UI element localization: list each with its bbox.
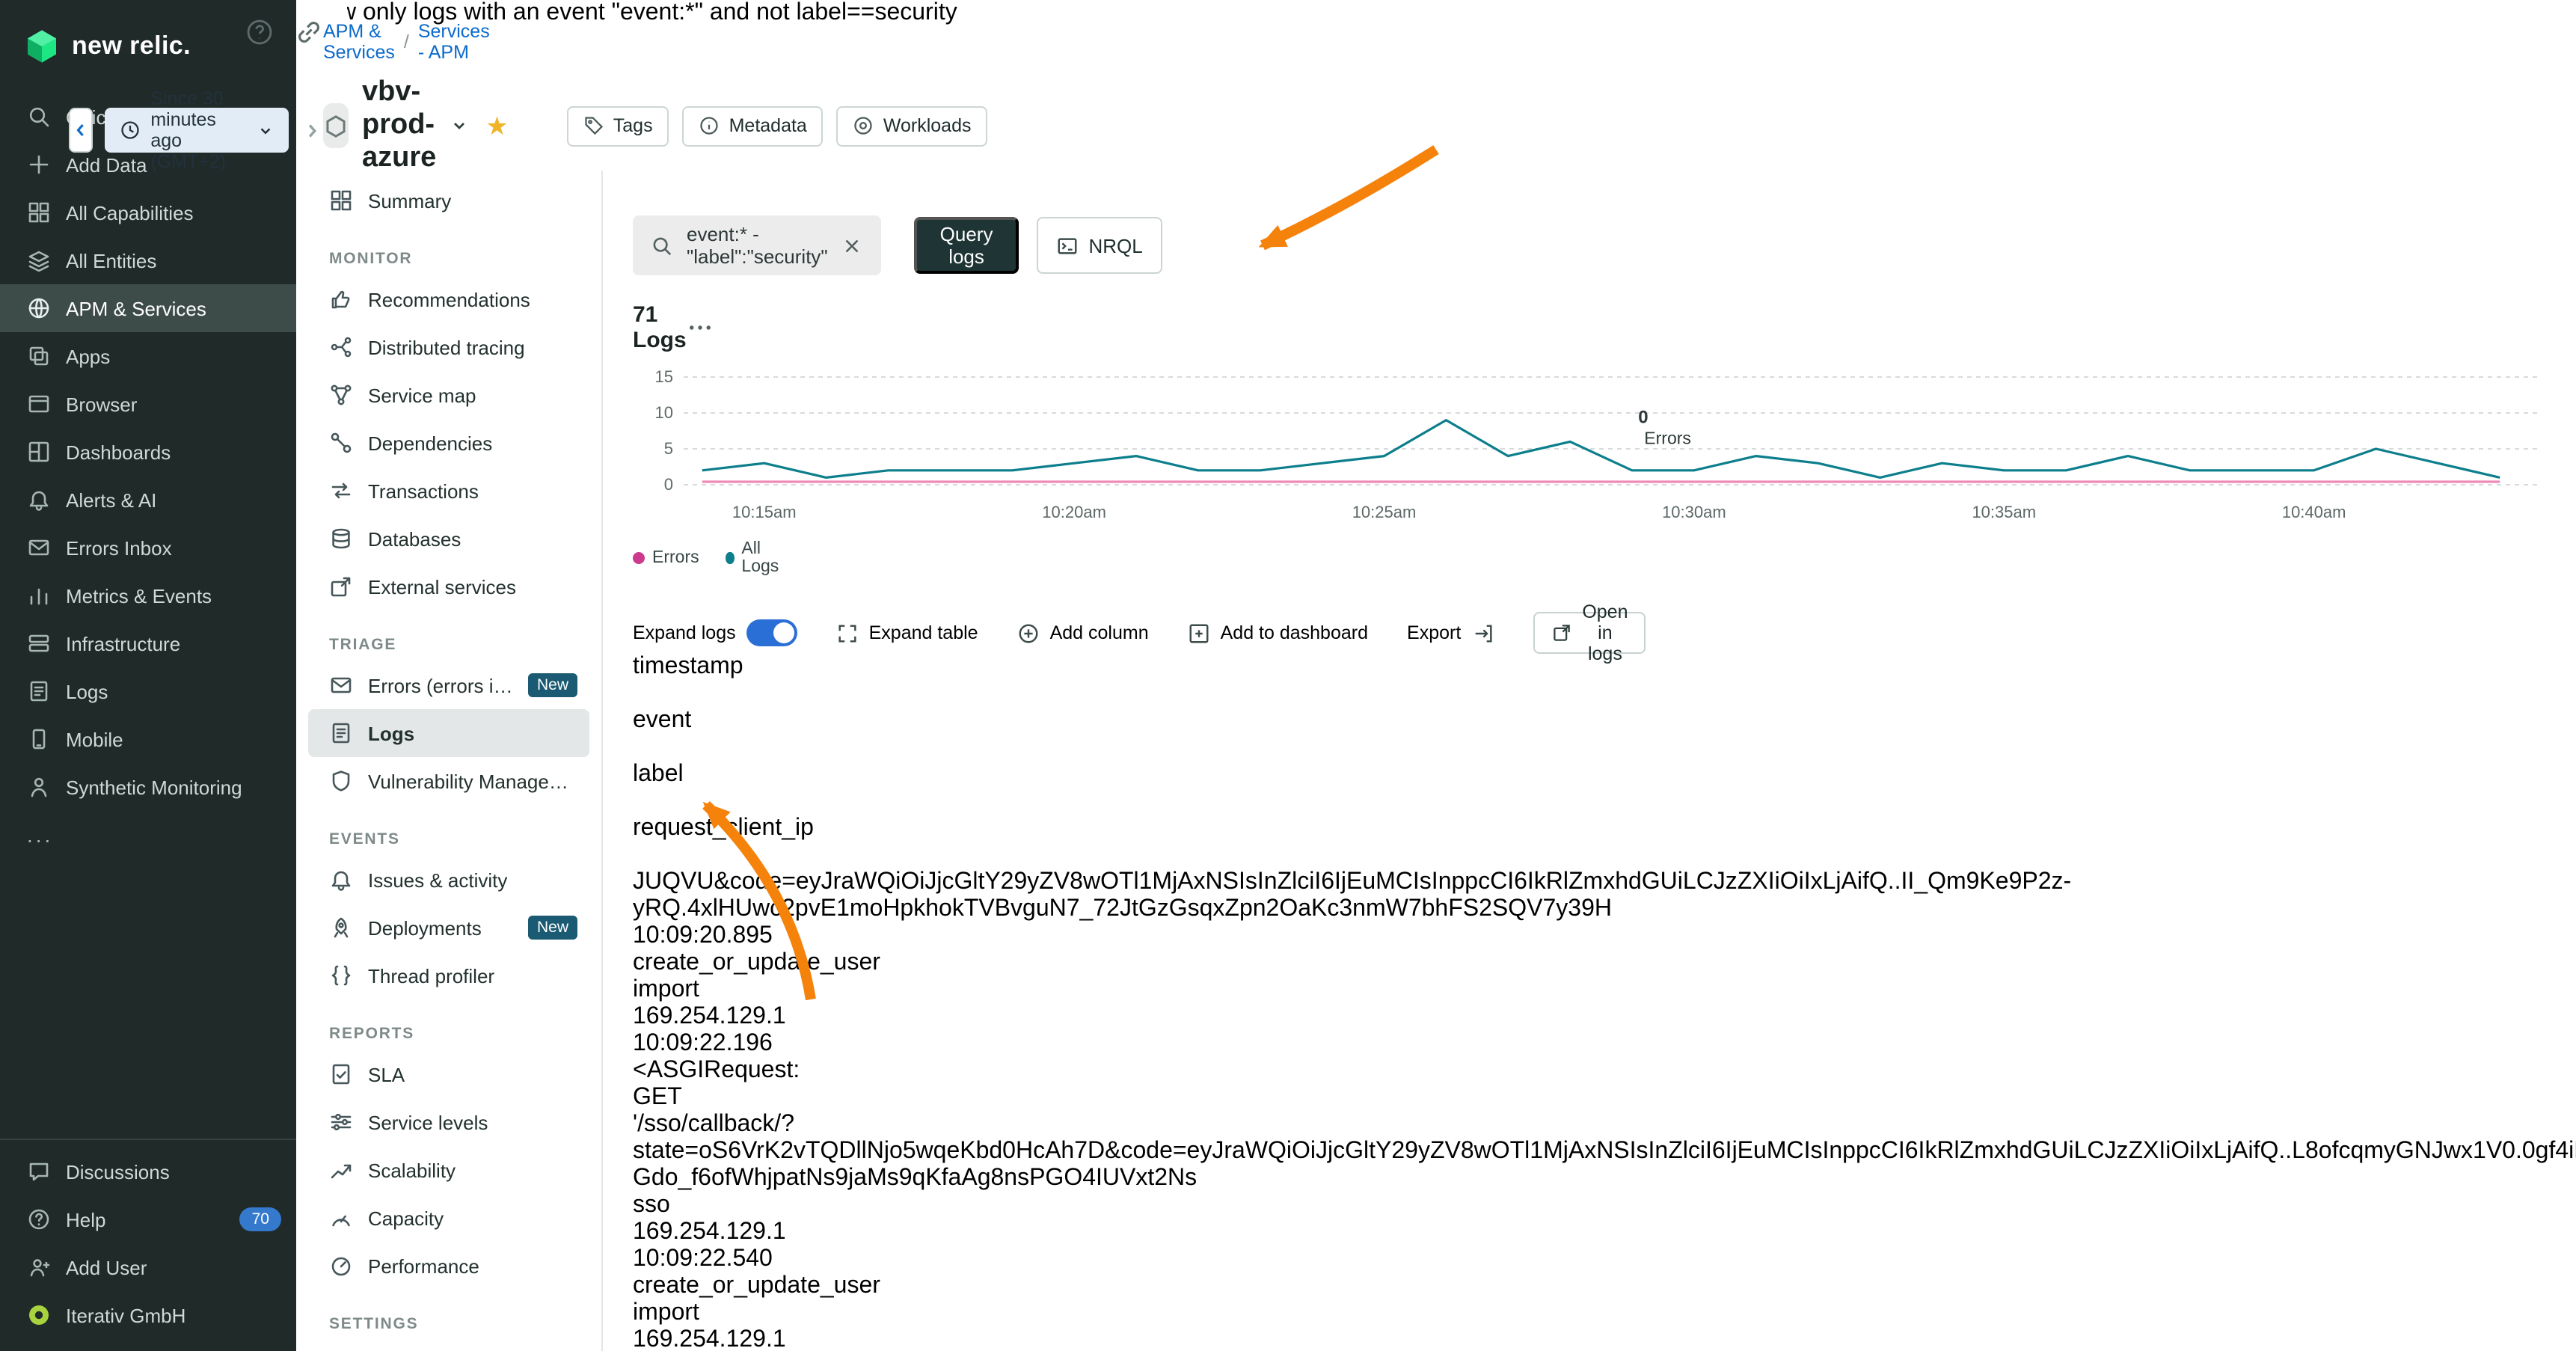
time-forward-icon[interactable]	[301, 119, 323, 141]
chevron-left-icon	[70, 120, 91, 141]
sidebar-item-label: Add Data	[66, 153, 147, 176]
sidebar-item-synthetic-monitoring[interactable]: Synthetic Monitoring	[0, 763, 296, 811]
entity-badge	[323, 103, 349, 148]
sidebar-item-label: Dashboards	[66, 441, 171, 463]
sidebar-item-label: Browser	[66, 393, 137, 415]
annotation-arrow-search	[1263, 150, 1436, 245]
hexagon-icon	[323, 113, 349, 138]
sidebar-footer: Discussions Help 70 Add User Iterativ GmbH	[0, 1139, 296, 1351]
breadcrumb-services-apm[interactable]: Services - APM	[418, 21, 490, 63]
tag-icon	[583, 115, 604, 136]
sidebar-item-more[interactable]: ...	[0, 811, 296, 859]
chat-icon	[27, 1159, 51, 1183]
page-header: APM & Services / Services - APM vbv-prod…	[296, 0, 347, 171]
sidebar-item-apm-services[interactable]: APM & Services	[0, 284, 296, 332]
sidebar-item-label: Synthetic Monitoring	[66, 776, 242, 798]
plus-icon	[27, 153, 51, 177]
grid-icon	[27, 200, 51, 224]
sidebar-item-label: Apps	[66, 345, 110, 367]
sidebar-item-label: Errors Inbox	[66, 536, 172, 559]
logo-text: new relic.	[72, 31, 191, 61]
sidebar-item-label: Infrastructure	[66, 632, 180, 655]
sidebar-item-add-user[interactable]: Add User	[0, 1243, 296, 1291]
workloads-icon	[853, 115, 874, 136]
sidebar-nav: Quick FindAdd DataAll CapabilitiesAll En…	[0, 93, 296, 859]
time-picker-label: Since 30 minutes ago (GMT+2)	[150, 88, 247, 172]
sidebar-item-all-entities[interactable]: All Entities	[0, 236, 296, 284]
sidebar-item-label: Logs	[66, 680, 108, 702]
time-picker[interactable]: Since 30 minutes ago (GMT+2)	[104, 108, 289, 153]
time-back-button[interactable]	[68, 108, 92, 153]
sidebar-item-alerts-ai[interactable]: Alerts & AI	[0, 476, 296, 524]
help-circle-icon[interactable]	[245, 18, 274, 46]
phone-icon	[27, 727, 51, 751]
sidebar-item-all-capabilities[interactable]: All Capabilities	[0, 189, 296, 236]
stack-icon	[27, 248, 51, 272]
primary-sidebar: new relic. Quick FindAdd DataAll Capabil…	[0, 0, 296, 1351]
sidebar-item-label: Iterativ GmbH	[66, 1304, 185, 1326]
sidebar-item-errors-inbox[interactable]: Errors Inbox	[0, 524, 296, 572]
annotation-text: Show only logs with an event "event:*" a…	[296, 0, 2576, 27]
person-plus-icon	[27, 1255, 51, 1279]
sidebar-item-label: APM & Services	[66, 297, 206, 319]
favorite-star-icon[interactable]: ★	[485, 113, 509, 138]
info-icon	[699, 115, 720, 136]
doc-icon	[27, 679, 51, 703]
permalink-icon[interactable]	[295, 18, 323, 46]
synthetic-icon	[27, 775, 51, 799]
sidebar-item-label: Discussions	[66, 1160, 170, 1183]
sidebar-item-help[interactable]: Help 70	[0, 1195, 296, 1243]
metadata-button[interactable]: Metadata	[683, 105, 824, 146]
sidebar-item-discussions[interactable]: Discussions	[0, 1148, 296, 1195]
sidebar-item-label: All Entities	[66, 249, 156, 272]
new-relic-logo[interactable]: new relic.	[0, 0, 296, 93]
org-avatar-icon	[27, 1303, 51, 1327]
breadcrumb-separator: /	[404, 31, 409, 52]
bell-icon	[27, 488, 51, 512]
sidebar-item-label: Alerts & AI	[66, 488, 156, 511]
sidebar-item-label: Help	[66, 1208, 106, 1231]
entity-chevron-down-icon[interactable]	[450, 117, 467, 135]
infra-icon	[27, 631, 51, 655]
sidebar-item-label: All Capabilities	[66, 201, 194, 224]
browser-icon	[27, 392, 51, 416]
sidebar-item-metrics-events[interactable]: Metrics & Events	[0, 572, 296, 619]
chevron-down-icon	[257, 122, 274, 138]
sidebar-item-browser[interactable]: Browser	[0, 380, 296, 428]
envelope-icon	[27, 536, 51, 560]
apps-icon	[27, 344, 51, 368]
sidebar-item-infrastructure[interactable]: Infrastructure	[0, 619, 296, 667]
annotation-overlay: Show only logs with an event "event:*" a…	[296, 0, 2576, 1351]
sidebar-item-label: Mobile	[66, 728, 123, 750]
breadcrumb-apm-services[interactable]: APM & Services	[323, 21, 395, 63]
sidebar-item-label: Add User	[66, 1256, 147, 1278]
expand-logs-toggle[interactable]	[746, 619, 797, 646]
annotation-arrows	[296, 27, 2576, 1351]
sidebar-item-apps[interactable]: Apps	[0, 332, 296, 380]
sidebar-item-logs[interactable]: Logs	[0, 667, 296, 715]
tags-button[interactable]: Tags	[567, 105, 669, 146]
workloads-button[interactable]: Workloads	[837, 105, 988, 146]
clock-icon	[119, 120, 140, 141]
new-relic-logo-icon	[24, 28, 60, 64]
search-icon	[27, 105, 51, 129]
sidebar-item-iterativ-gmbh[interactable]: Iterativ GmbH	[0, 1291, 296, 1339]
sidebar-item-dashboards[interactable]: Dashboards	[0, 428, 296, 476]
sidebar-item-mobile[interactable]: Mobile	[0, 715, 296, 763]
help-count-badge: 70	[240, 1207, 281, 1232]
sidebar-item-label: Metrics & Events	[66, 584, 212, 607]
sidebar-item-label: ...	[27, 823, 53, 847]
question-icon	[27, 1207, 51, 1231]
app-window: new relic. Quick FindAdd DataAll Capabil…	[0, 0, 2576, 1351]
annotation-arrow-logs	[706, 805, 811, 999]
bars-icon	[27, 583, 51, 607]
page-title: vbv-prod-azure	[362, 76, 436, 175]
dashboard-icon	[27, 440, 51, 464]
globe-icon	[27, 296, 51, 320]
